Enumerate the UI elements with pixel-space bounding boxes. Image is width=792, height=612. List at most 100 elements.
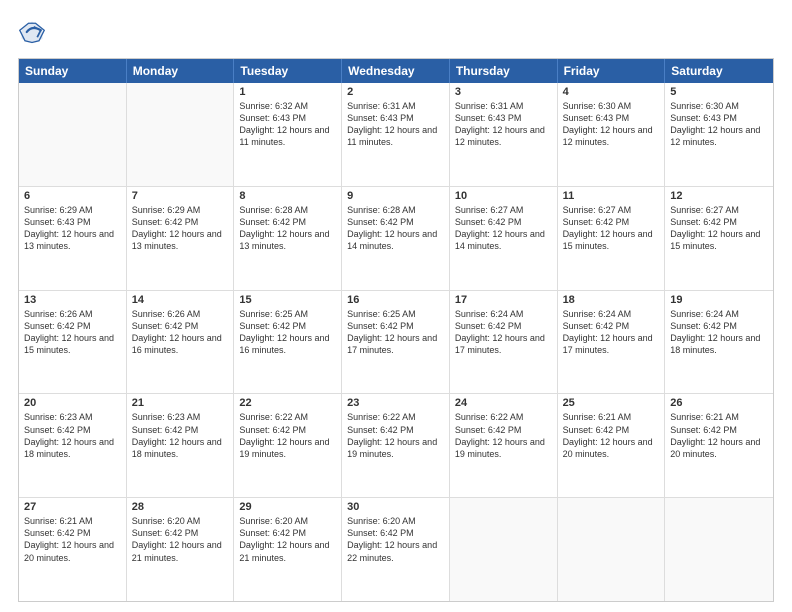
cell-detail: Sunrise: 6:30 AMSunset: 6:43 PMDaylight:… — [670, 100, 768, 149]
calendar-cell-4-2: 29 Sunrise: 6:20 AMSunset: 6:42 PMDayligh… — [234, 498, 342, 601]
day-number: 4 — [563, 86, 660, 98]
cell-detail: Sunrise: 6:27 AMSunset: 6:42 PMDaylight:… — [670, 204, 768, 253]
calendar-row-3: 20 Sunrise: 6:23 AMSunset: 6:42 PMDayligh… — [19, 394, 773, 498]
cell-detail: Sunrise: 6:24 AMSunset: 6:42 PMDaylight:… — [563, 308, 660, 357]
calendar-row-0: 1 Sunrise: 6:32 AMSunset: 6:43 PMDaylight… — [19, 83, 773, 187]
calendar-cell-0-3: 2Sunrise: 6:31 AMSunset: 6:43 PMDaylight… — [342, 83, 450, 186]
calendar-cell-2-2: 15 Sunrise: 6:25 AMSunset: 6:42 PMDayligh… — [234, 291, 342, 394]
day-number: 9 — [347, 190, 444, 202]
cell-detail: Sunrise: 6:28 AMSunset: 6:42 PMDaylight:… — [347, 204, 444, 253]
calendar: SundayMondayTuesdayWednesdayThursdayFrid… — [18, 58, 774, 602]
day-number: 12 — [670, 190, 768, 202]
cell-detail: Sunrise: 6:20 AMSunset: 6:42 PMDaylight:… — [239, 515, 336, 564]
day-number: 29 — [239, 501, 336, 513]
header-day-friday: Friday — [558, 59, 666, 83]
day-number: 6 — [24, 190, 121, 202]
calendar-cell-4-6 — [665, 498, 773, 601]
calendar-cell-2-5: 18Sunrise: 6:24 AMSunset: 6:42 PMDayligh… — [558, 291, 666, 394]
cell-detail: Sunrise: 6:31 AMSunset: 6:43 PMDaylight:… — [347, 100, 444, 149]
day-number: 1 — [239, 86, 336, 98]
calendar-cell-0-1 — [127, 83, 235, 186]
calendar-row-4: 27 Sunrise: 6:21 AMSunset: 6:42 PMDayligh… — [19, 498, 773, 601]
day-number: 25 — [563, 397, 660, 409]
calendar-cell-0-6: 5 Sunrise: 6:30 AMSunset: 6:43 PMDaylight… — [665, 83, 773, 186]
calendar-row-2: 13 Sunrise: 6:26 AMSunset: 6:42 PMDayligh… — [19, 291, 773, 395]
calendar-cell-1-1: 7 Sunrise: 6:29 AMSunset: 6:42 PMDaylight… — [127, 187, 235, 290]
logo-icon — [18, 18, 46, 46]
calendar-cell-3-5: 25 Sunrise: 6:21 AMSunset: 6:42 PMDayligh… — [558, 394, 666, 497]
day-number: 27 — [24, 501, 121, 513]
day-number: 14 — [132, 294, 229, 306]
day-number: 3 — [455, 86, 552, 98]
calendar-cell-1-6: 12 Sunrise: 6:27 AMSunset: 6:42 PMDayligh… — [665, 187, 773, 290]
day-number: 5 — [670, 86, 768, 98]
calendar-cell-1-0: 6Sunrise: 6:29 AMSunset: 6:43 PMDaylight… — [19, 187, 127, 290]
day-number: 22 — [239, 397, 336, 409]
cell-detail: Sunrise: 6:24 AMSunset: 6:42 PMDaylight:… — [670, 308, 768, 357]
calendar-cell-2-1: 14 Sunrise: 6:26 AMSunset: 6:42 PMDayligh… — [127, 291, 235, 394]
calendar-cell-0-5: 4 Sunrise: 6:30 AMSunset: 6:43 PMDaylight… — [558, 83, 666, 186]
day-number: 8 — [239, 190, 336, 202]
day-number: 24 — [455, 397, 552, 409]
calendar-cell-3-2: 22 Sunrise: 6:22 AMSunset: 6:42 PMDayligh… — [234, 394, 342, 497]
day-number: 20 — [24, 397, 121, 409]
cell-detail: Sunrise: 6:22 AMSunset: 6:42 PMDaylight:… — [239, 411, 336, 460]
day-number: 28 — [132, 501, 229, 513]
day-number: 15 — [239, 294, 336, 306]
calendar-cell-2-4: 17 Sunrise: 6:24 AMSunset: 6:42 PMDayligh… — [450, 291, 558, 394]
day-number: 7 — [132, 190, 229, 202]
cell-detail: Sunrise: 6:26 AMSunset: 6:42 PMDaylight:… — [132, 308, 229, 357]
cell-detail: Sunrise: 6:26 AMSunset: 6:42 PMDaylight:… — [24, 308, 121, 357]
day-number: 30 — [347, 501, 444, 513]
day-number: 16 — [347, 294, 444, 306]
day-number: 11 — [563, 190, 660, 202]
cell-detail: Sunrise: 6:32 AMSunset: 6:43 PMDaylight:… — [239, 100, 336, 149]
calendar-cell-4-5 — [558, 498, 666, 601]
cell-detail: Sunrise: 6:25 AMSunset: 6:42 PMDaylight:… — [347, 308, 444, 357]
day-number: 23 — [347, 397, 444, 409]
header-day-wednesday: Wednesday — [342, 59, 450, 83]
calendar-cell-1-5: 11Sunrise: 6:27 AMSunset: 6:42 PMDayligh… — [558, 187, 666, 290]
calendar-cell-3-4: 24Sunrise: 6:22 AMSunset: 6:42 PMDayligh… — [450, 394, 558, 497]
calendar-cell-4-0: 27 Sunrise: 6:21 AMSunset: 6:42 PMDayligh… — [19, 498, 127, 601]
cell-detail: Sunrise: 6:31 AMSunset: 6:43 PMDaylight:… — [455, 100, 552, 149]
day-number: 13 — [24, 294, 121, 306]
day-number: 19 — [670, 294, 768, 306]
cell-detail: Sunrise: 6:29 AMSunset: 6:42 PMDaylight:… — [132, 204, 229, 253]
header-day-saturday: Saturday — [665, 59, 773, 83]
cell-detail: Sunrise: 6:27 AMSunset: 6:42 PMDaylight:… — [455, 204, 552, 253]
cell-detail: Sunrise: 6:21 AMSunset: 6:42 PMDaylight:… — [563, 411, 660, 460]
day-number: 17 — [455, 294, 552, 306]
header-day-tuesday: Tuesday — [234, 59, 342, 83]
calendar-cell-3-1: 21 Sunrise: 6:23 AMSunset: 6:42 PMDayligh… — [127, 394, 235, 497]
cell-detail: Sunrise: 6:21 AMSunset: 6:42 PMDaylight:… — [24, 515, 121, 564]
page: SundayMondayTuesdayWednesdayThursdayFrid… — [0, 0, 792, 612]
header — [18, 18, 774, 46]
cell-detail: Sunrise: 6:24 AMSunset: 6:42 PMDaylight:… — [455, 308, 552, 357]
cell-detail: Sunrise: 6:20 AMSunset: 6:42 PMDaylight:… — [347, 515, 444, 564]
calendar-cell-4-4 — [450, 498, 558, 601]
calendar-cell-1-4: 10 Sunrise: 6:27 AMSunset: 6:42 PMDayligh… — [450, 187, 558, 290]
calendar-cell-4-1: 28Sunrise: 6:20 AMSunset: 6:42 PMDayligh… — [127, 498, 235, 601]
cell-detail: Sunrise: 6:22 AMSunset: 6:42 PMDaylight:… — [347, 411, 444, 460]
calendar-cell-2-0: 13 Sunrise: 6:26 AMSunset: 6:42 PMDayligh… — [19, 291, 127, 394]
cell-detail: Sunrise: 6:25 AMSunset: 6:42 PMDaylight:… — [239, 308, 336, 357]
calendar-cell-3-6: 26Sunrise: 6:21 AMSunset: 6:42 PMDayligh… — [665, 394, 773, 497]
calendar-cell-2-3: 16 Sunrise: 6:25 AMSunset: 6:42 PMDayligh… — [342, 291, 450, 394]
calendar-cell-1-2: 8 Sunrise: 6:28 AMSunset: 6:42 PMDaylight… — [234, 187, 342, 290]
calendar-cell-0-2: 1 Sunrise: 6:32 AMSunset: 6:43 PMDaylight… — [234, 83, 342, 186]
cell-detail: Sunrise: 6:30 AMSunset: 6:43 PMDaylight:… — [563, 100, 660, 149]
cell-detail: Sunrise: 6:28 AMSunset: 6:42 PMDaylight:… — [239, 204, 336, 253]
day-number: 21 — [132, 397, 229, 409]
header-day-thursday: Thursday — [450, 59, 558, 83]
calendar-cell-4-3: 30 Sunrise: 6:20 AMSunset: 6:42 PMDayligh… — [342, 498, 450, 601]
calendar-cell-0-4: 3 Sunrise: 6:31 AMSunset: 6:43 PMDaylight… — [450, 83, 558, 186]
header-day-sunday: Sunday — [19, 59, 127, 83]
day-number: 10 — [455, 190, 552, 202]
calendar-cell-2-6: 19 Sunrise: 6:24 AMSunset: 6:42 PMDayligh… — [665, 291, 773, 394]
logo — [18, 18, 50, 46]
calendar-row-1: 6Sunrise: 6:29 AMSunset: 6:43 PMDaylight… — [19, 187, 773, 291]
calendar-cell-3-0: 20Sunrise: 6:23 AMSunset: 6:42 PMDayligh… — [19, 394, 127, 497]
cell-detail: Sunrise: 6:23 AMSunset: 6:42 PMDaylight:… — [132, 411, 229, 460]
header-day-monday: Monday — [127, 59, 235, 83]
